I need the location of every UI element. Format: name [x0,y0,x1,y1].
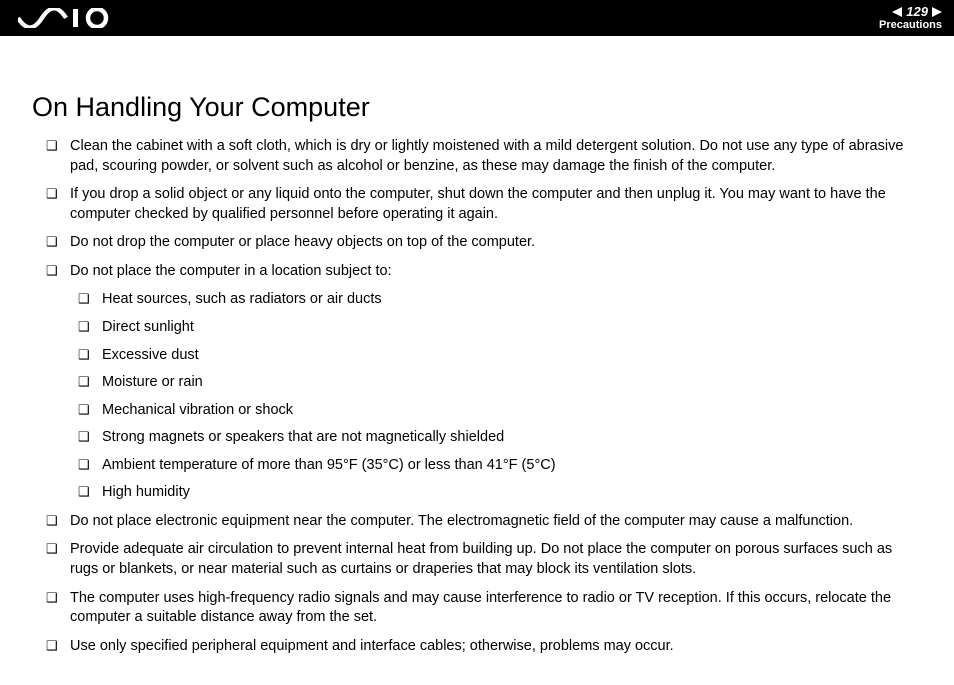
list-item: High humidity [78,483,922,503]
list-item: Do not place electronic equipment near t… [46,512,922,532]
sub-list: Heat sources, such as radiators or air d… [70,290,922,503]
vaio-logo [18,8,113,28]
list-item-text: Do not place the computer in a location … [70,263,392,279]
vaio-logo-icon [18,8,113,28]
list-item: Heat sources, such as radiators or air d… [78,290,922,310]
list-item: Clean the cabinet with a soft cloth, whi… [46,137,922,176]
list-item: Ambient temperature of more than 95°F (3… [78,456,922,476]
header-meta: 129 Precautions [879,5,942,31]
page-content: On Handling Your Computer Clean the cabi… [0,36,954,685]
list-item: Provide adequate air circulation to prev… [46,540,922,579]
list-item: Moisture or rain [78,373,922,393]
list-item: Do not place the computer in a location … [46,262,922,503]
list-item: Mechanical vibration or shock [78,401,922,421]
page-number: 129 [906,5,928,19]
next-page-icon[interactable] [932,7,942,17]
section-name: Precautions [879,19,942,31]
list-item: If you drop a solid object or any liquid… [46,185,922,224]
instruction-list: Clean the cabinet with a soft cloth, whi… [32,137,922,656]
page-title: On Handling Your Computer [32,92,922,123]
prev-page-icon[interactable] [892,7,902,17]
page-navigation: 129 [892,5,942,19]
list-item: The computer uses high-frequency radio s… [46,589,922,628]
page-header: 129 Precautions [0,0,954,36]
list-item: Do not drop the computer or place heavy … [46,233,922,253]
list-item: Excessive dust [78,346,922,366]
list-item: Use only specified peripheral equipment … [46,637,922,657]
list-item: Direct sunlight [78,318,922,338]
list-item: Strong magnets or speakers that are not … [78,428,922,448]
